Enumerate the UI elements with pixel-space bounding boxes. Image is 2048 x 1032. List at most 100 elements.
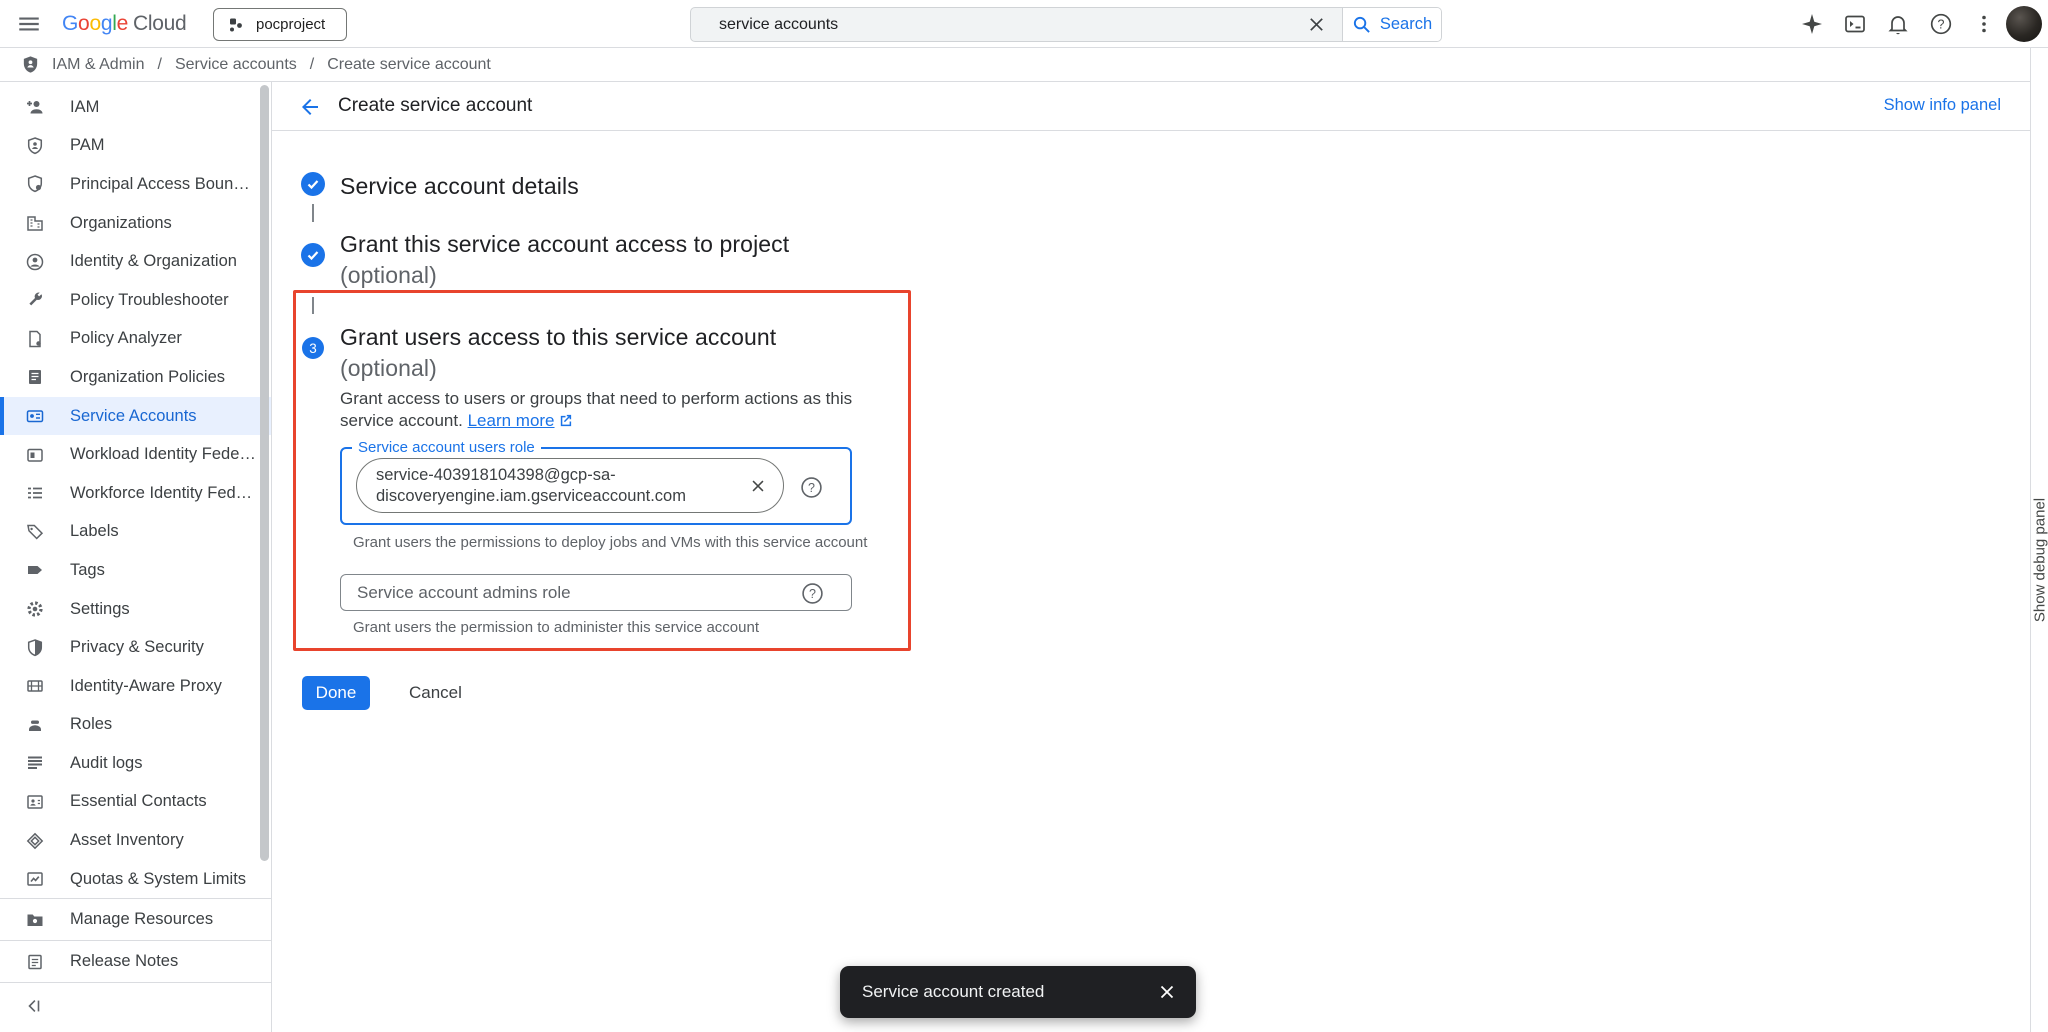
sidebar-item-roles[interactable]: Roles: [0, 706, 271, 745]
sidebar-item-label: IAM: [70, 98, 99, 117]
shield-badge-icon: [25, 174, 45, 194]
show-debug-panel-link[interactable]: Show debug panel: [2032, 498, 2048, 622]
sidebar-item-tags[interactable]: Tags: [0, 551, 271, 590]
global-search-bar: service accounts Search: [690, 7, 1442, 42]
sidebar-scrollbar[interactable]: [260, 85, 269, 861]
step2-complete-icon: [301, 243, 325, 267]
toast-close-icon[interactable]: [1157, 982, 1177, 1002]
document-gear-icon: [25, 329, 45, 349]
breadcrumb-separator: /: [157, 56, 161, 74]
organization-building-icon: [25, 213, 45, 233]
sidebar-item-label: Release Notes: [70, 952, 178, 971]
breadcrumb-separator: /: [310, 56, 314, 74]
admins-role-input[interactable]: [341, 583, 851, 603]
top-bar-actions: ?: [1800, 0, 1996, 48]
notifications-bell-icon[interactable]: [1886, 12, 1910, 36]
sidebar-item-labels[interactable]: Labels: [0, 513, 271, 552]
users-role-helper-text: Grant users the permissions to deploy jo…: [353, 534, 867, 551]
service-account-chip[interactable]: service-403918104398@gcp-sa- discoveryen…: [356, 458, 784, 513]
service-account-icon: [25, 406, 45, 426]
sidebar-item-policy-troubleshooter[interactable]: Policy Troubleshooter: [0, 281, 271, 320]
chip-remove-icon[interactable]: [749, 477, 767, 495]
account-circle-icon: [25, 252, 45, 272]
more-options-icon[interactable]: [1972, 12, 1996, 36]
svg-text:?: ?: [808, 481, 815, 495]
project-icon: [227, 16, 245, 34]
avatar[interactable]: [2006, 6, 2042, 42]
search-button-label: Search: [1380, 15, 1432, 34]
sidebar-item-release-notes[interactable]: Release Notes: [0, 941, 271, 982]
help-icon[interactable]: ?: [1929, 12, 1953, 36]
sidebar-item-label: Service Accounts: [70, 407, 197, 426]
quota-chart-icon: [25, 869, 45, 889]
sidebar-item-audit-logs[interactable]: Audit logs: [0, 744, 271, 783]
sidebar-item-principal-access-boun[interactable]: Principal Access Boun…: [0, 165, 271, 204]
breadcrumb-item[interactable]: Service accounts: [175, 56, 297, 74]
sidebar-item-settings[interactable]: Settings: [0, 590, 271, 629]
sidebar-item-label: Workforce Identity Fed…: [70, 484, 252, 503]
sidebar-item-label: Workload Identity Fede…: [70, 445, 256, 464]
page-title: Create service account: [338, 95, 532, 117]
sidebar-item-label: Audit logs: [70, 754, 142, 773]
sidebar-item-identity-organization[interactable]: Identity & Organization: [0, 242, 271, 281]
step-connector: [312, 297, 314, 314]
toast-message: Service account created: [862, 982, 1157, 1002]
sidebar-item-organizations[interactable]: Organizations: [0, 204, 271, 243]
admins-role-helper-text: Grant users the permission to administer…: [353, 619, 759, 636]
back-arrow-icon[interactable]: [298, 95, 322, 119]
sidebar-item-label: Labels: [70, 522, 119, 541]
gemini-sparkle-icon[interactable]: [1800, 12, 1824, 36]
step3-number-badge: 3: [302, 337, 324, 359]
admins-role-help-icon[interactable]: ?: [801, 582, 824, 605]
sidebar-item-workload-identity-fede[interactable]: Workload Identity Fede…: [0, 435, 271, 474]
sidebar-item-asset-inventory[interactable]: Asset Inventory: [0, 821, 271, 860]
shield-half-icon: [25, 638, 45, 658]
proxy-grid-icon: [25, 676, 45, 696]
google-cloud-logo[interactable]: Google Cloud: [62, 0, 186, 48]
sidebar-item-organization-policies[interactable]: Organization Policies: [0, 358, 271, 397]
field-label: Service account users role: [352, 439, 541, 456]
sidebar-item-label: Roles: [70, 715, 112, 734]
sidebar-item-label: PAM: [70, 136, 105, 155]
sidebar-item-label: Asset Inventory: [70, 831, 184, 850]
cancel-button[interactable]: Cancel: [397, 676, 474, 710]
show-info-panel-link[interactable]: Show info panel: [1884, 96, 2001, 115]
sidebar-item-label: Essential Contacts: [70, 792, 207, 811]
gear-icon: [25, 599, 45, 619]
sidebar-item-label: Identity-Aware Proxy: [70, 677, 222, 696]
sidebar-item-workforce-identity-fed[interactable]: Workforce Identity Fed…: [0, 474, 271, 513]
cloud-shell-icon[interactable]: [1843, 12, 1867, 36]
sidebar-item-label: Tags: [70, 561, 105, 580]
hamburger-menu-icon[interactable]: [16, 11, 42, 37]
step3-title: Grant users access to this service accou…: [340, 322, 776, 384]
breadcrumb: IAM & Admin / Service accounts / Create serv…: [52, 56, 491, 74]
learn-more-link[interactable]: Learn more: [468, 411, 555, 430]
release-notes-icon: [25, 952, 45, 972]
left-navigation: IAMPAMPrincipal Access Boun…Organization…: [0, 82, 272, 1032]
shield-person-icon: [25, 136, 45, 156]
sidebar-item-pam[interactable]: PAM: [0, 127, 271, 166]
sidebar-item-privacy-security[interactable]: Privacy & Security: [0, 628, 271, 667]
breadcrumb-item[interactable]: IAM & Admin: [52, 56, 144, 74]
search-button[interactable]: Search: [1342, 8, 1441, 41]
top-app-bar: Google Cloud pocproject service accounts…: [0, 0, 2048, 48]
sidebar-item-identity-aware-proxy[interactable]: Identity-Aware Proxy: [0, 667, 271, 706]
breadcrumb-item[interactable]: Create service account: [327, 56, 491, 74]
list-icon: [25, 483, 45, 503]
project-selector-button[interactable]: pocproject: [213, 8, 347, 41]
sidebar-item-quotas-system-limits[interactable]: Quotas & System Limits: [0, 860, 271, 899]
chip-text: service-403918104398@gcp-sa- discoveryen…: [376, 465, 749, 507]
sidebar-item-manage-resources[interactable]: Manage Resources: [0, 899, 271, 940]
roles-hat-icon: [25, 715, 45, 735]
users-role-help-icon[interactable]: ?: [800, 476, 823, 499]
person-add-icon: [25, 97, 45, 117]
collapse-sidebar-button[interactable]: [0, 983, 271, 1029]
search-clear-icon[interactable]: [1290, 8, 1342, 41]
search-input[interactable]: service accounts: [691, 8, 1290, 41]
done-button[interactable]: Done: [302, 676, 370, 710]
sidebar-item-iam[interactable]: IAM: [0, 88, 271, 127]
sidebar-item-policy-analyzer[interactable]: Policy Analyzer: [0, 320, 271, 359]
sidebar-item-service-accounts[interactable]: Service Accounts: [0, 397, 271, 436]
service-account-users-role-field[interactable]: Service account users role service-40391…: [340, 447, 852, 525]
sidebar-item-essential-contacts[interactable]: Essential Contacts: [0, 783, 271, 822]
